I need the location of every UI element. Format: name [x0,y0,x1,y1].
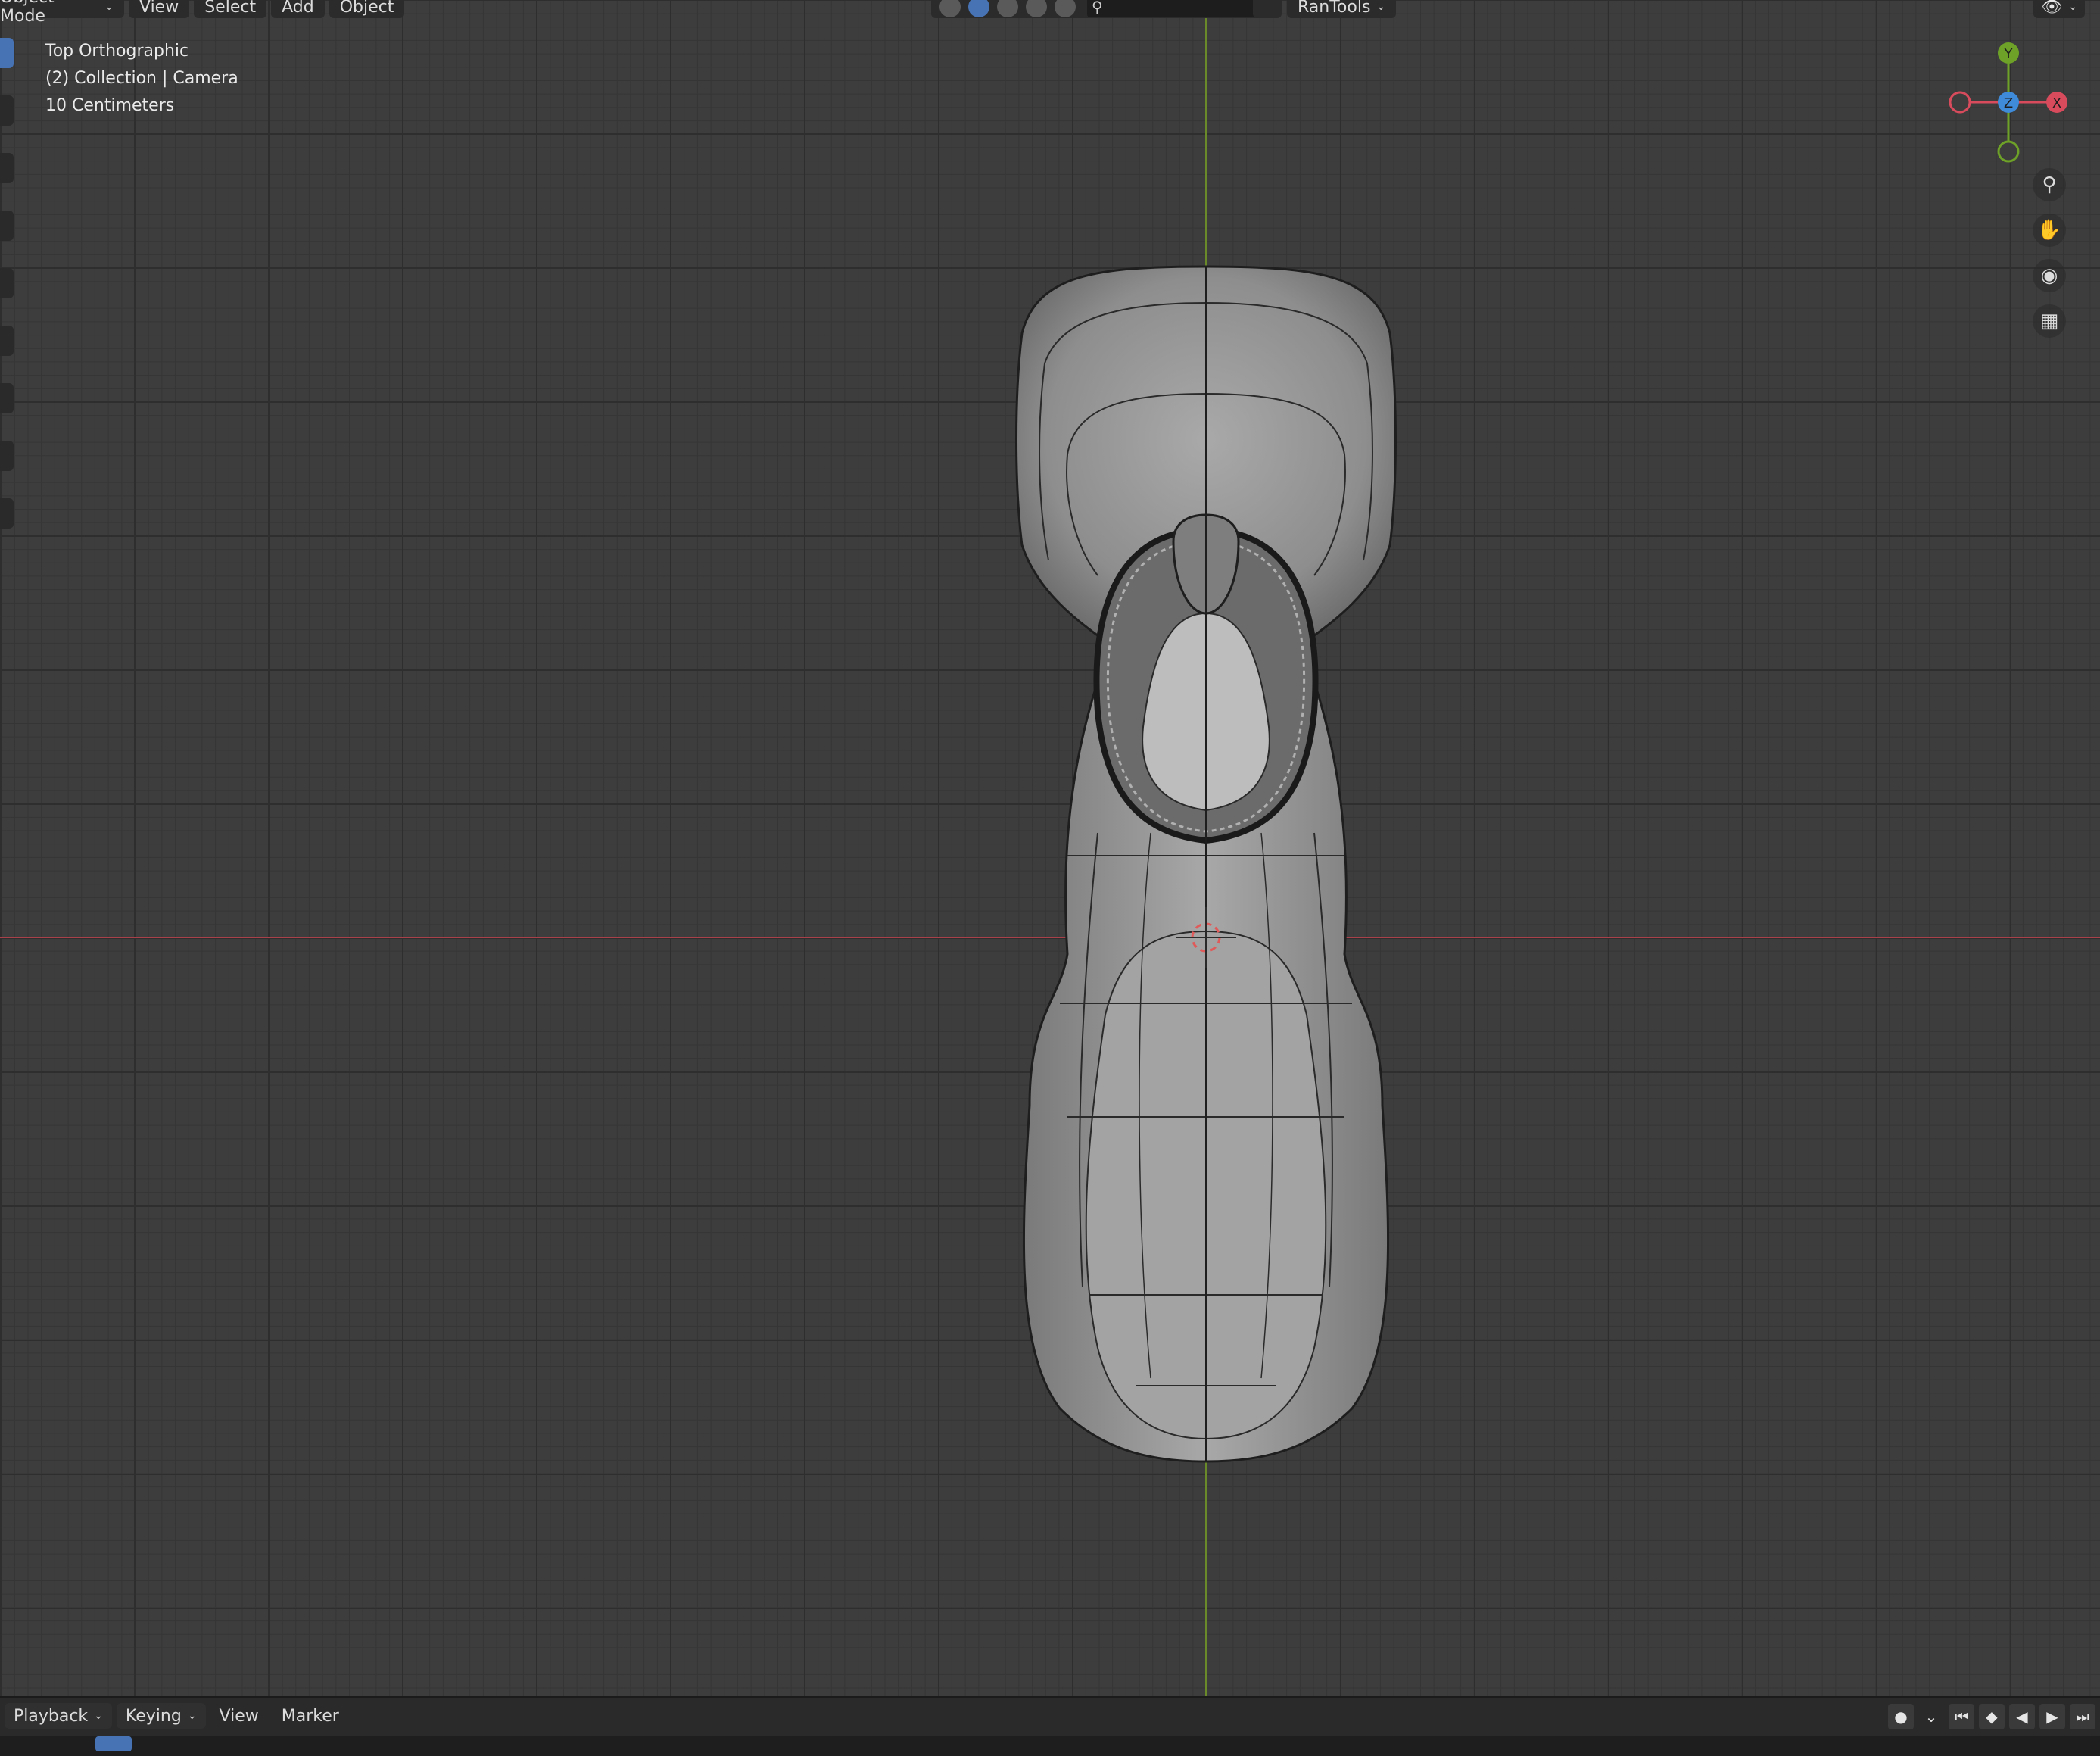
move-tool-icon[interactable] [0,153,14,183]
scale-tool-icon[interactable] [0,268,14,298]
timeline-editor: Playback ⌄ Keying ⌄ View Marker ● ⌄ ⏮ ◆ … [0,1696,2100,1756]
menu-playback[interactable]: Playback ⌄ [5,1703,112,1729]
3d-viewport[interactable]: Object Mode ⌄ View Select Add Object ⚲ R… [0,0,2100,1696]
keying-label: Keying [125,1706,182,1726]
svg-text:X: X [2052,95,2061,111]
eye-icon: 👁 [2041,0,2063,17]
solid-shading-icon[interactable] [968,0,989,17]
ground-plane-icon[interactable] [1055,0,1076,17]
add-cube-tool-icon[interactable] [0,498,14,529]
gizmo-y-negative [1997,140,2020,163]
menu-select[interactable]: Select [194,0,267,18]
chevron-down-icon[interactable]: ⌄ [1918,1704,1944,1729]
visibility-dropdown[interactable]: 👁 ⌄ [2033,0,2085,18]
record-icon[interactable]: ● [1888,1704,1914,1729]
playback-label: Playback [14,1706,89,1726]
addon-label: RanTools [1298,0,1371,17]
navigation-gizmo[interactable]: Y Z [1942,38,2048,167]
chevron-down-icon: ⌄ [2068,1,2077,13]
ortho-grid-icon[interactable]: ▦ [2033,304,2066,338]
pan-hand-icon[interactable]: ✋ [2033,214,2066,247]
gizmo-x-positive[interactable]: X [2044,91,2074,121]
chevron-down-icon: ⌄ [94,1710,103,1722]
overlay-toggle-icon[interactable] [1253,0,1282,18]
addon-menu[interactable]: RanTools ⌄ [1287,0,1397,18]
select-tool-icon[interactable] [0,38,14,68]
annotate-tool-icon[interactable] [0,383,14,413]
search-icon: ⚲ [1092,0,1103,16]
jump-end-icon[interactable]: ⏭ [2070,1704,2095,1729]
jump-start-icon[interactable]: ⏮ [1949,1704,1974,1729]
mode-select[interactable]: Object Mode ⌄ [0,0,124,26]
shading-mode-group: ⚲ [931,0,1263,18]
rendered-shading-icon[interactable] [1026,0,1047,17]
playback-controls: ● ⌄ ⏮ ◆ ◀ ▶ ⏭ [1883,1704,2095,1729]
jump-keyframe-icon[interactable]: ◆ [1979,1704,2005,1729]
rotate-tool-icon[interactable] [0,211,14,241]
chevron-down-icon: ⌄ [104,1,114,13]
timeline-header: Playback ⌄ Keying ⌄ View Marker [0,1698,2100,1733]
wireframe-shading-icon[interactable] [939,0,961,17]
menu-marker[interactable]: Marker [273,1703,348,1729]
svg-text:Z: Z [2004,95,2013,111]
menu-object[interactable]: Object [329,0,405,18]
frame-ruler[interactable] [0,1736,2100,1756]
collection-info: (2) Collection | Camera [45,69,238,88]
menu-keying[interactable]: Keying ⌄ [116,1703,206,1729]
current-frame-indicator[interactable] [95,1736,132,1751]
play-reverse-icon[interactable]: ◀ [2009,1704,2035,1729]
play-icon[interactable]: ▶ [2039,1704,2065,1729]
svg-text:Y: Y [2004,46,2014,62]
camera-view-icon[interactable]: ◉ [2033,259,2066,292]
viewport-info: Top Orthographic (2) Collection | Camera… [45,38,238,120]
material-shading-icon[interactable] [997,0,1018,17]
menu-add[interactable]: Add [271,0,325,18]
grid-scale: 10 Centimeters [45,96,175,115]
measure-tool-icon[interactable] [0,441,14,471]
search-input[interactable]: ⚲ [1087,0,1258,17]
cursor-tool-icon[interactable] [0,95,14,126]
chevron-down-icon: ⌄ [187,1710,197,1722]
chevron-down-icon: ⌄ [1376,1,1386,13]
shoe-mesh[interactable] [0,0,2100,1696]
transform-tool-icon[interactable] [0,326,14,356]
menu-timeline-view[interactable]: View [210,1703,268,1729]
view-name: Top Orthographic [45,42,189,61]
tool-shelf [0,38,17,598]
zoom-icon[interactable]: ⚲ [2033,168,2066,201]
menu-view[interactable]: View [129,0,190,18]
gizmo-x-negative [1949,91,1971,114]
mode-label: Object Mode [0,0,55,26]
